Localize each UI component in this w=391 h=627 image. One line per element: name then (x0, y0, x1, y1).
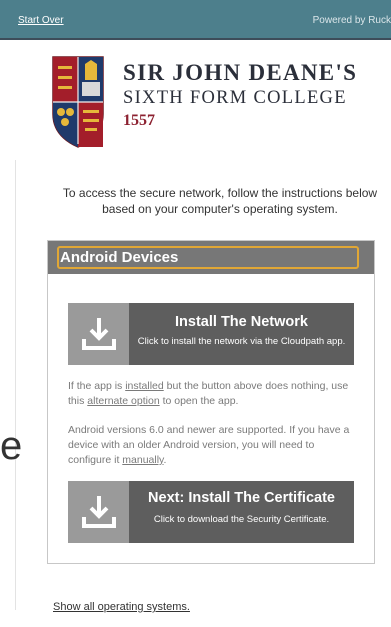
top-bar: Start Over Powered by Ruck (0, 0, 391, 40)
start-over-link[interactable]: Start Over (18, 15, 64, 26)
college-year: 1557 (123, 112, 155, 129)
install-network-subtitle: Click to install the network via the Clo… (137, 336, 346, 347)
install-certificate-subtitle: Click to download the Security Certifica… (153, 514, 330, 525)
download-icon (82, 496, 116, 528)
overlay-glyph: e (0, 424, 23, 468)
intro-text: To access the secure network, follow the… (62, 186, 378, 216)
left-divider (15, 160, 16, 610)
powered-by-text: Powered by Ruck (312, 15, 391, 26)
alternate-option-link[interactable]: alternate option (87, 395, 159, 407)
note2-text-a: Android versions 6.0 and newer are suppo… (68, 424, 350, 466)
installed-link[interactable]: installed (125, 380, 164, 392)
college-name-line2: SIXTH FORM COLLEGE (123, 88, 347, 108)
note1-text-c: to open the app. (159, 395, 239, 407)
install-certificate-title: Next: Install The Certificate (148, 490, 335, 506)
crest-icon (52, 56, 104, 148)
app-installed-note: If the app is installed but the button a… (68, 379, 358, 409)
install-certificate-icon-box (68, 481, 129, 543)
college-logo: SIR JOHN DEANE'S SIXTH FORM COLLEGE 1557 (52, 56, 372, 148)
install-certificate-button[interactable]: Next: Install The Certificate Click to d… (68, 481, 354, 543)
download-icon (82, 318, 116, 350)
install-network-title: Install The Network (175, 314, 308, 330)
note1-text-a: If the app is (68, 380, 126, 392)
android-panel: Android Devices Install The Network Clic… (47, 240, 375, 564)
install-network-icon-box (68, 303, 129, 365)
install-network-button[interactable]: Install The Network Click to install the… (68, 303, 354, 365)
note2-text-b: . (163, 454, 167, 466)
panel-header: Android Devices (48, 241, 374, 274)
college-name-line1: SIR JOHN DEANE'S (123, 60, 358, 85)
college-name: SIR JOHN DEANE'S SIXTH FORM COLLEGE 1557 (123, 60, 357, 132)
android-version-note: Android versions 6.0 and newer are suppo… (68, 423, 358, 468)
panel-title[interactable]: Android Devices (57, 246, 359, 269)
manually-link[interactable]: manually (122, 454, 163, 466)
show-all-os-link[interactable]: Show all operating systems. (53, 601, 190, 613)
